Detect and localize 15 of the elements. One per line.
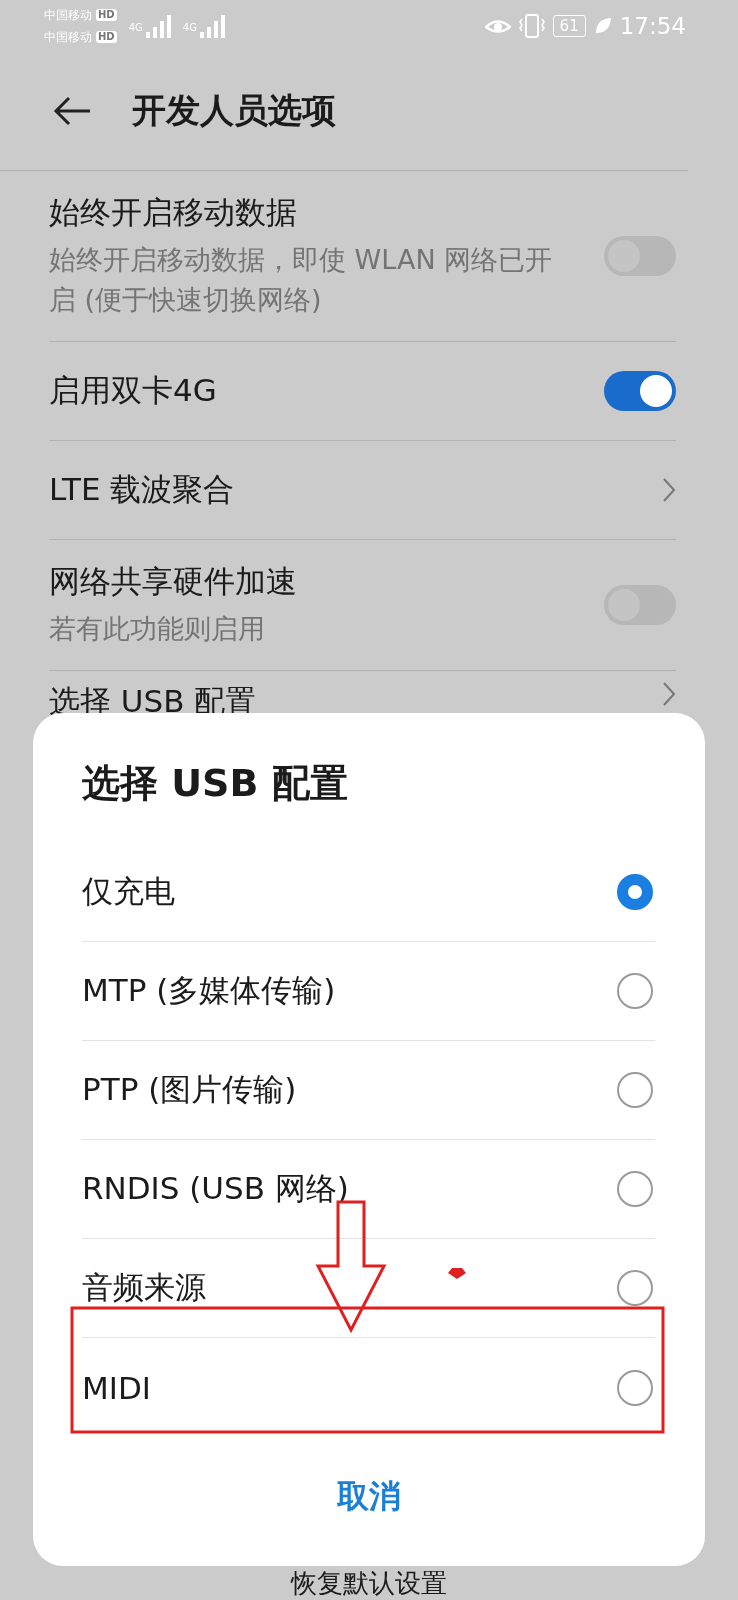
setting-title: 网络共享硬件加速 [49, 562, 298, 601]
option-label: MIDI [82, 1369, 151, 1406]
setting-title: LTE 载波聚合 [49, 470, 236, 509]
hd-badge: HD [96, 31, 117, 43]
option-label: MTP (多媒体传输) [82, 971, 336, 1010]
option-label: 仅充电 [82, 872, 175, 911]
page-title: 开发人员选项 [132, 89, 336, 132]
setting-description: 若有此功能则启用 [49, 612, 266, 646]
option-label: 音频来源 [82, 1268, 206, 1307]
setting-title: 启用双卡4G [49, 371, 218, 410]
setting-description: 始终开启移动数据，即使 WLAN 网络已开启 (便于快速切换网络) [49, 243, 554, 317]
dialog-title: 选择 USB 配置 [82, 760, 349, 807]
setting-title: 始终开启移动数据 [49, 193, 298, 232]
hd-badge: HD [96, 9, 117, 21]
option-label: PTP (图片传输) [82, 1070, 297, 1109]
